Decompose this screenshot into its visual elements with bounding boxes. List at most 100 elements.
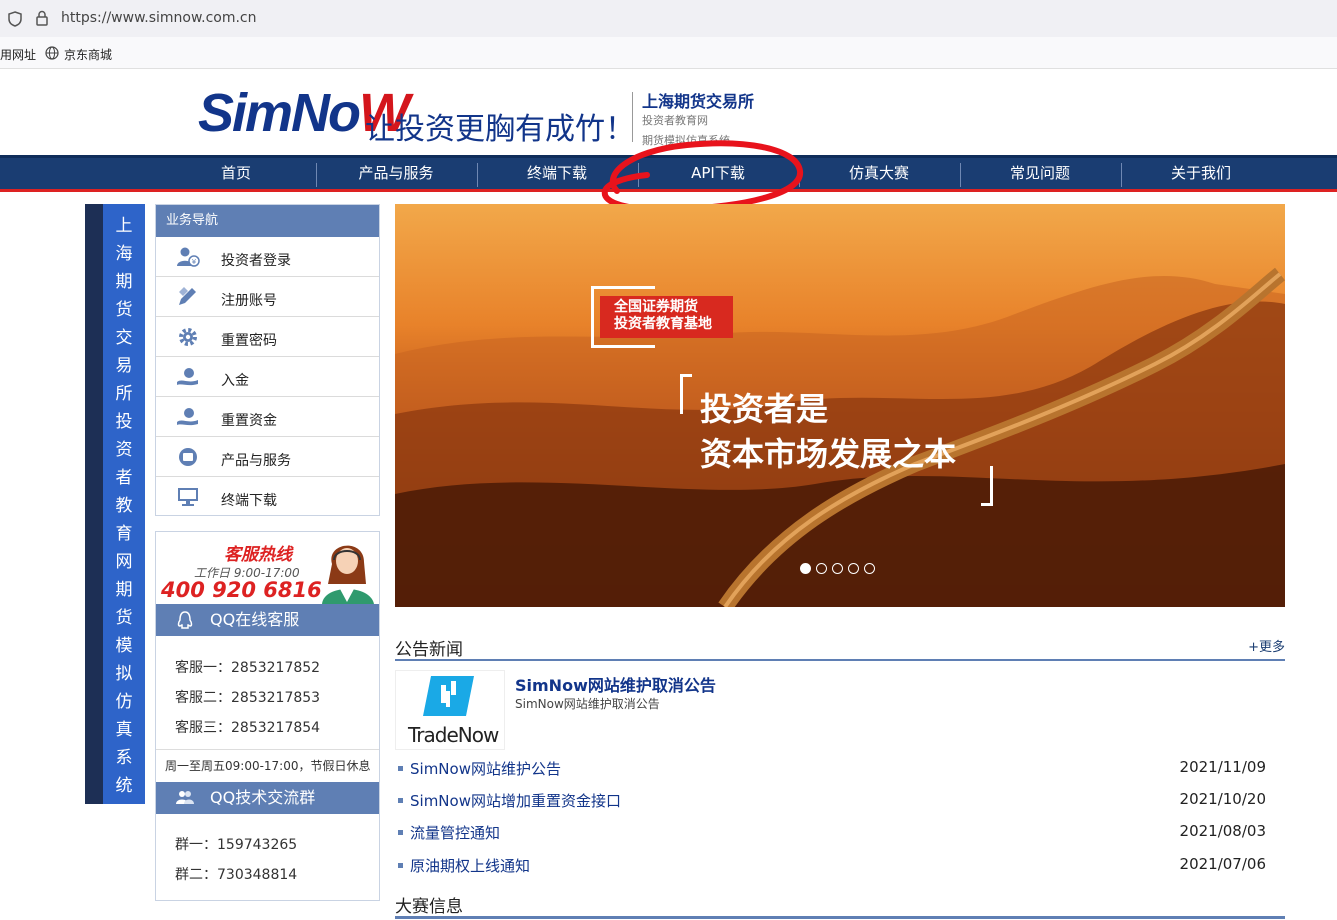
vertical-banner-char: 交 bbox=[115, 328, 133, 348]
biznav-item-terminal-download[interactable]: 终端下载 bbox=[156, 477, 379, 517]
biznav-label: 重置密码 bbox=[221, 333, 277, 349]
bookmark-item[interactable]: 京东商城 bbox=[64, 46, 112, 63]
banner-image-strip bbox=[85, 204, 103, 804]
tradenow-logo[interactable]: TradeNow bbox=[395, 670, 505, 750]
nav-item-faq[interactable]: 常见问题 bbox=[960, 158, 1120, 189]
biznav-item-deposit[interactable]: 入金 bbox=[156, 357, 379, 397]
biznav-item-register[interactable]: 注册账号 bbox=[156, 277, 379, 317]
qq-penguin-icon bbox=[177, 611, 193, 629]
great-wall-scenery bbox=[395, 267, 1285, 607]
qq-service-title: QQ在线客服 bbox=[210, 610, 300, 629]
service-panel: 客服热线 工作日 9:00-17:00 400 920 6816 QQ在线客服 … bbox=[155, 531, 380, 901]
biznav-label: 入金 bbox=[221, 373, 249, 389]
qq-group-item[interactable]: 群二：730348814 bbox=[175, 864, 297, 884]
news-title[interactable]: 流量管控通知 bbox=[410, 822, 500, 843]
vertical-banner-char: 者 bbox=[115, 468, 133, 488]
shield-icon[interactable] bbox=[8, 11, 22, 27]
biznav-item-investor-login[interactable]: ¥ 投资者登录 bbox=[156, 237, 379, 277]
news-title[interactable]: SimNow网站维护公告 bbox=[410, 758, 561, 779]
vertical-banner-char: 所 bbox=[115, 384, 133, 404]
service-hours-note: 周一至周五09:00-17:00，节假日休息 bbox=[156, 749, 379, 782]
vertical-banner-char: 系 bbox=[115, 748, 133, 768]
vertical-banner-char: 统 bbox=[115, 776, 133, 796]
education-base-badge: 全国证券期货 投资者教育基地 bbox=[600, 296, 733, 338]
browser-url-bar[interactable]: https://www.simnow.com.cn bbox=[0, 0, 1337, 37]
vertical-banner[interactable]: 上海期货交易所投资者教育网期货模拟仿真系统 bbox=[85, 204, 145, 804]
vertical-banner-char: 投 bbox=[115, 412, 133, 432]
contest-section-header: 大赛信息 bbox=[395, 891, 1285, 919]
hotline-banner[interactable]: 客服热线 工作日 9:00-17:00 400 920 6816 bbox=[156, 532, 379, 604]
qq-group-item[interactable]: 群一：159743265 bbox=[175, 834, 297, 854]
news-section-title: 公告新闻 bbox=[395, 640, 463, 660]
news-row[interactable]: 原油期权上线通知 2021/07/06 bbox=[398, 855, 1266, 877]
bookmark-item[interactable]: 用网址 bbox=[0, 46, 36, 63]
url-text[interactable]: https://www.simnow.com.cn bbox=[61, 10, 257, 26]
news-row[interactable]: SimNow网站增加重置资金接口 2021/10/20 bbox=[398, 790, 1266, 812]
slide-dot[interactable] bbox=[864, 563, 875, 574]
biznav-item-reset-password[interactable]: 重置密码 bbox=[156, 317, 379, 357]
vertical-banner-char: 海 bbox=[115, 244, 133, 264]
news-more-link[interactable]: +更多 bbox=[1248, 636, 1285, 655]
vertical-banner-char: 易 bbox=[115, 356, 133, 376]
qq-service-item[interactable]: 客服一：2853217852 bbox=[175, 657, 320, 677]
nav-item-about[interactable]: 关于我们 bbox=[1121, 158, 1281, 189]
pen-register-icon bbox=[179, 287, 196, 305]
news-section-header: 公告新闻 +更多 bbox=[395, 633, 1285, 661]
news-row[interactable]: SimNow网站维护公告 2021/11/09 bbox=[398, 758, 1266, 780]
qq-service-list: 客服一：2853217852 客服二：2853217853 客服三：285321… bbox=[156, 636, 379, 749]
slide-indicator bbox=[800, 559, 880, 574]
badge-line: 投资者教育基地 bbox=[614, 316, 712, 332]
news-date: 2021/11/09 bbox=[1179, 758, 1266, 776]
biznav-item-reset-funds[interactable]: 重置资金 bbox=[156, 397, 379, 437]
user-login-icon: ¥ bbox=[177, 247, 200, 267]
nav-item-terminal-download[interactable]: 终端下载 bbox=[477, 158, 637, 189]
monitor-icon bbox=[178, 488, 198, 506]
nav-item-api-download[interactable]: API下载 bbox=[638, 158, 798, 189]
biznav-item-products[interactable]: 产品与服务 bbox=[156, 437, 379, 477]
biznav-label: 产品与服务 bbox=[221, 453, 291, 469]
vertical-banner-char: 真 bbox=[115, 720, 133, 740]
bookmarks-bar: 用网址 京东商城 bbox=[0, 37, 1337, 69]
qq-service-item[interactable]: 客服二：2853217853 bbox=[175, 687, 320, 707]
contest-section-title: 大赛信息 bbox=[395, 897, 463, 917]
nav-item-home[interactable]: 首页 bbox=[156, 158, 316, 189]
vertical-banner-char: 资 bbox=[115, 440, 133, 460]
vertical-banner-char: 模 bbox=[115, 636, 133, 656]
badge-line: 全国证券期货 bbox=[614, 299, 698, 315]
gear-icon bbox=[179, 328, 197, 346]
hand-coin-icon bbox=[177, 368, 198, 386]
vertical-banner-char: 上 bbox=[115, 216, 133, 236]
vertical-banner-text: 上海期货交易所投资者教育网期货模拟仿真系统 bbox=[103, 212, 145, 800]
org-name: 上海期货交易所 bbox=[642, 92, 755, 111]
slide-dot[interactable] bbox=[800, 563, 811, 574]
hero-headline: 投资者是 bbox=[700, 390, 829, 428]
business-nav-title: 业务导航 bbox=[156, 205, 379, 237]
hero-banner[interactable]: 全国证券期货 投资者教育基地 投资者是 资本市场发展之本 bbox=[395, 204, 1285, 607]
slide-dot[interactable] bbox=[832, 563, 843, 574]
quote-open-mark bbox=[680, 374, 692, 414]
hotline-number: 400 920 6816 bbox=[161, 578, 322, 602]
site-slogan: 让投资更胸有成竹！ bbox=[365, 112, 635, 147]
qq-group-list: 群一：159743265 群二：730348814 bbox=[156, 814, 379, 899]
vertical-banner-char: 育 bbox=[115, 524, 133, 544]
slide-dot[interactable] bbox=[848, 563, 859, 574]
slide-dot[interactable] bbox=[816, 563, 827, 574]
qq-service-item[interactable]: 客服三：2853217854 bbox=[175, 717, 320, 737]
nav-item-contest[interactable]: 仿真大赛 bbox=[799, 158, 959, 189]
news-date: 2021/10/20 bbox=[1179, 790, 1266, 808]
news-row[interactable]: 流量管控通知 2021/08/03 bbox=[398, 822, 1266, 844]
qq-service-header: QQ在线客服 bbox=[156, 604, 379, 636]
nav-item-products[interactable]: 产品与服务 bbox=[316, 158, 476, 189]
biznav-label: 注册账号 bbox=[221, 293, 277, 309]
hand-coin-icon bbox=[177, 408, 198, 426]
group-users-icon bbox=[176, 791, 194, 804]
tradenow-logo-text: TradeNow bbox=[408, 723, 499, 747]
lock-icon[interactable] bbox=[35, 10, 49, 26]
vertical-banner-char: 货 bbox=[115, 608, 133, 628]
bullet-icon bbox=[398, 863, 403, 868]
news-title[interactable]: 原油期权上线通知 bbox=[410, 855, 530, 876]
news-title[interactable]: SimNow网站增加重置资金接口 bbox=[410, 790, 621, 811]
hotline-title: 客服热线 bbox=[224, 545, 292, 565]
featured-news-title[interactable]: SimNow网站维护取消公告 bbox=[515, 672, 716, 696]
biznav-label: 终端下载 bbox=[221, 493, 277, 509]
